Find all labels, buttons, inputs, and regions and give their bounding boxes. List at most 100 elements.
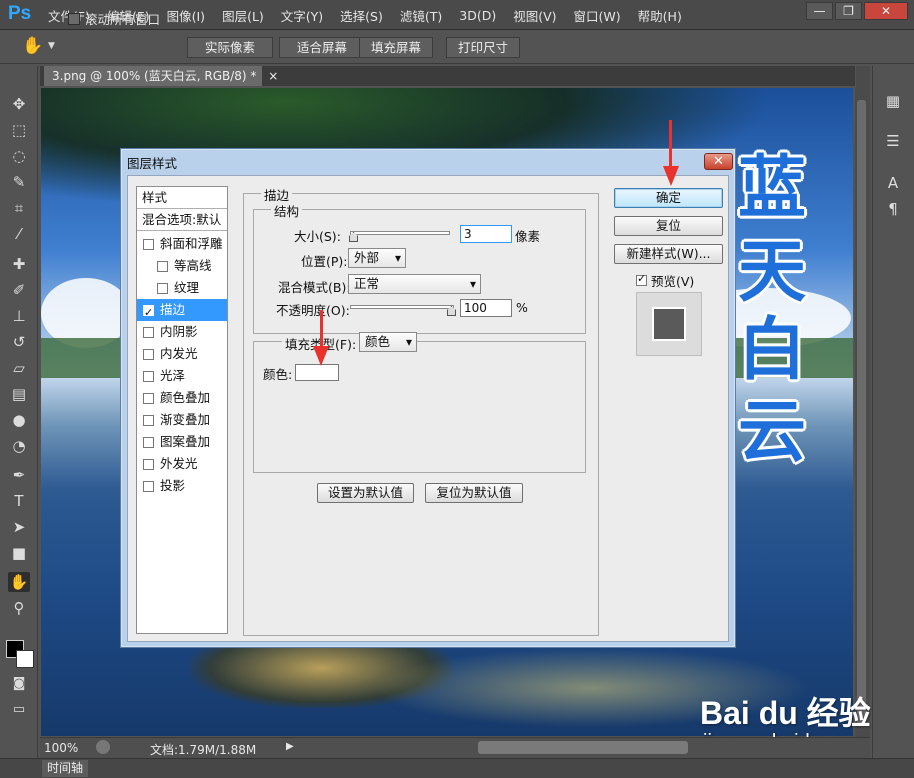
print-size-button[interactable]: 打印尺寸 — [446, 37, 520, 58]
dialog-close-button[interactable]: ✕ — [704, 153, 733, 170]
reset-button[interactable]: 复位 — [614, 216, 723, 236]
menu-filter[interactable]: 滤镜(T) — [400, 6, 442, 25]
style-checkbox[interactable] — [157, 260, 168, 272]
style-checkbox[interactable] — [143, 392, 154, 404]
style-item-contour[interactable]: 等高线 — [137, 255, 227, 277]
history-brush-tool-icon[interactable]: ↺ — [8, 332, 30, 352]
eraser-tool-icon[interactable]: ▱ — [8, 358, 30, 378]
lasso-tool-icon[interactable]: ◌ — [8, 146, 30, 166]
history-panel-icon[interactable]: ☰ — [881, 130, 905, 152]
style-item-gradient-overlay[interactable]: 渐变叠加 — [137, 409, 227, 431]
style-item-color-overlay[interactable]: 颜色叠加 — [137, 387, 227, 409]
vertical-scrollbar-thumb[interactable] — [857, 100, 866, 726]
scroll-all-label: 滚动所有窗口 — [85, 12, 161, 27]
timeline-tab[interactable]: 时间轴 — [42, 760, 88, 777]
ok-button[interactable]: 确定 — [614, 188, 723, 208]
actual-pixels-button[interactable]: 实际像素 — [187, 37, 273, 58]
brush-tool-icon[interactable]: ✐ — [8, 280, 30, 300]
hand-tool-preset-icon[interactable]: ✋ — [22, 36, 43, 56]
preview-checkbox[interactable] — [636, 272, 647, 286]
pen-tool-icon[interactable]: ✒ — [8, 465, 30, 485]
move-tool-icon[interactable]: ✥ — [8, 94, 30, 114]
fill-screen-button[interactable]: 填充屏幕 — [359, 37, 433, 58]
style-item-drop-shadow[interactable]: 投影 — [137, 475, 227, 497]
scroll-all-windows-option[interactable]: 滚动所有窗口 — [68, 9, 160, 28]
style-checkbox[interactable] — [143, 348, 154, 360]
dodge-tool-icon[interactable]: ◔ — [8, 436, 30, 456]
style-checkbox[interactable] — [143, 436, 154, 448]
style-checkbox[interactable] — [143, 238, 154, 250]
status-menu-arrow-icon[interactable]: ▶ — [286, 741, 294, 752]
zoom-tool-icon[interactable]: ⚲ — [8, 598, 30, 618]
menu-window[interactable]: 窗口(W) — [574, 6, 621, 25]
style-checkbox[interactable] — [143, 370, 154, 382]
eyedropper-tool-icon[interactable]: ⁄ — [8, 224, 30, 244]
style-item-inner-glow[interactable]: 内发光 — [137, 343, 227, 365]
restore-button[interactable]: ❐ — [835, 2, 862, 20]
menu-image[interactable]: 图像(I) — [167, 6, 205, 25]
character-panel-icon[interactable]: A — [881, 172, 905, 194]
style-checkbox[interactable] — [157, 282, 168, 294]
document-tab[interactable]: 3.png @ 100% (蓝天白云, RGB/8) * × — [44, 66, 278, 86]
make-default-button[interactable]: 设置为默认值 — [317, 483, 414, 503]
new-style-button[interactable]: 新建样式(W)... — [614, 244, 723, 264]
size-slider[interactable] — [350, 231, 450, 235]
status-info-icon[interactable] — [96, 740, 110, 754]
style-item-stroke[interactable]: 描边 — [137, 299, 227, 324]
horizontal-scrollbar-thumb[interactable] — [478, 741, 688, 754]
background-color-swatch[interactable] — [16, 650, 34, 668]
opacity-input[interactable]: 100 — [460, 299, 512, 317]
style-preview-box — [636, 292, 702, 356]
size-input[interactable]: 3 — [460, 225, 512, 243]
style-list-header[interactable]: 样式 — [137, 187, 227, 209]
style-checkbox[interactable] — [143, 414, 154, 426]
style-checkbox[interactable] — [143, 326, 154, 338]
gradient-tool-icon[interactable]: ▤ — [8, 384, 30, 404]
quick-mask-icon[interactable]: ◙ — [8, 674, 30, 694]
style-checkbox[interactable] — [143, 458, 154, 470]
style-item-satin[interactable]: 光泽 — [137, 365, 227, 387]
scroll-all-checkbox[interactable] — [68, 12, 80, 25]
menu-select[interactable]: 选择(S) — [340, 6, 383, 25]
preview-option[interactable]: 预览(V) — [636, 271, 694, 290]
fill-type-select[interactable]: 颜色 — [359, 332, 417, 352]
menu-layer[interactable]: 图层(L) — [222, 6, 264, 25]
menu-help[interactable]: 帮助(H) — [638, 6, 682, 25]
path-select-tool-icon[interactable]: ➤ — [8, 517, 30, 537]
blend-mode-select[interactable]: 正常 — [348, 274, 481, 294]
layers-panel-icon[interactable]: ▦ — [881, 90, 905, 112]
style-checkbox[interactable] — [143, 302, 154, 324]
type-tool-icon[interactable]: T — [8, 491, 30, 511]
style-checkbox[interactable] — [143, 480, 154, 492]
marquee-tool-icon[interactable]: ⬚ — [8, 120, 30, 140]
menu-3d[interactable]: 3D(D) — [459, 8, 496, 23]
blur-tool-icon[interactable]: ● — [8, 410, 30, 430]
document-tab-close-icon[interactable]: × — [268, 69, 278, 83]
style-item-outer-glow[interactable]: 外发光 — [137, 453, 227, 475]
paragraph-panel-icon[interactable]: ¶ — [881, 198, 905, 220]
style-item-inner-shadow[interactable]: 内阴影 — [137, 321, 227, 343]
shape-tool-icon[interactable]: ■ — [8, 543, 30, 563]
position-select[interactable]: 外部 — [348, 248, 406, 268]
crop-tool-icon[interactable]: ⌗ — [8, 198, 30, 218]
stamp-tool-icon[interactable]: ⊥ — [8, 306, 30, 326]
close-window-button[interactable]: ✕ — [864, 2, 908, 20]
fit-screen-button[interactable]: 适合屏幕 — [279, 37, 365, 58]
zoom-level[interactable]: 100% — [44, 741, 78, 755]
menu-view[interactable]: 视图(V) — [513, 6, 556, 25]
style-item-texture[interactable]: 纹理 — [137, 277, 227, 299]
blending-options-item[interactable]: 混合选项:默认 — [137, 209, 227, 231]
menu-type[interactable]: 文字(Y) — [281, 6, 323, 25]
reset-default-button[interactable]: 复位为默认值 — [425, 483, 523, 503]
healing-brush-tool-icon[interactable]: ✚ — [8, 254, 30, 274]
chevron-down-icon[interactable]: ▼ — [48, 41, 55, 51]
screen-mode-icon[interactable]: ▭ — [8, 700, 30, 720]
style-item-bevel-emboss[interactable]: 斜面和浮雕 — [137, 233, 227, 255]
opacity-slider[interactable] — [350, 305, 454, 309]
quick-select-tool-icon[interactable]: ✎ — [8, 172, 30, 192]
minimize-button[interactable]: — — [806, 2, 833, 20]
stroke-color-swatch[interactable] — [295, 364, 339, 381]
hand-tool-icon[interactable]: ✋ — [8, 572, 30, 592]
canvas-text-char: 云 — [737, 393, 806, 472]
style-item-pattern-overlay[interactable]: 图案叠加 — [137, 431, 227, 453]
